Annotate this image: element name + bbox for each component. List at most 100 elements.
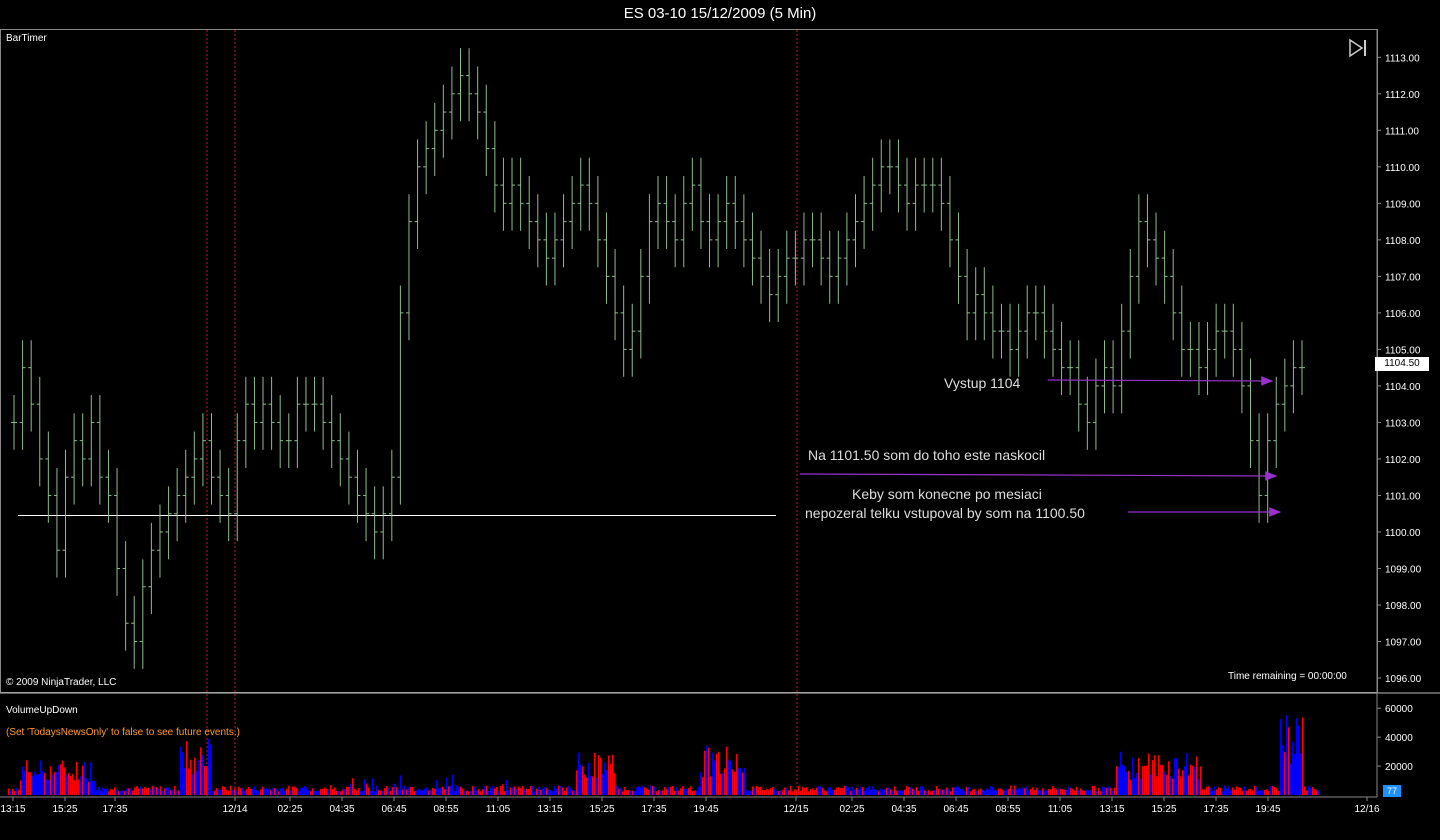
- up-volume-bar: [254, 786, 256, 795]
- down-volume-bar: [526, 788, 528, 795]
- bartimer-label: BarTimer: [6, 33, 47, 44]
- down-volume-bar: [856, 787, 858, 795]
- price-bar: [302, 376, 309, 432]
- down-volume-bar: [352, 778, 354, 795]
- annotation-exit: Vystup 1104: [944, 375, 1021, 391]
- up-volume-bar: [754, 788, 756, 795]
- up-volume-bar: [854, 789, 856, 795]
- down-volume-bar: [796, 790, 798, 795]
- up-volume-bar: [744, 767, 746, 795]
- down-volume-bar: [320, 788, 322, 795]
- up-volume-bar: [832, 790, 834, 795]
- up-volume-bar: [684, 789, 686, 795]
- up-volume-bar: [208, 739, 210, 795]
- price-bar: [1110, 340, 1117, 414]
- up-volume-bar: [900, 790, 902, 795]
- down-volume-bar: [112, 789, 114, 795]
- down-volume-bar: [390, 790, 392, 795]
- down-volume-bar: [540, 789, 542, 795]
- up-volume-bar: [1078, 789, 1080, 795]
- up-volume-bar: [604, 762, 606, 795]
- down-volume-bar: [60, 764, 62, 795]
- down-volume-bar: [348, 786, 350, 795]
- x-tick-label: 04:35: [329, 804, 354, 815]
- down-volume-bar: [1008, 789, 1010, 795]
- down-volume-bar: [142, 788, 144, 795]
- up-volume-bar: [162, 791, 164, 795]
- y-tick-label: 1110.00: [1385, 163, 1420, 174]
- up-volume-bar: [372, 778, 374, 795]
- down-volume-bar: [380, 790, 382, 795]
- down-volume-bar: [614, 773, 616, 795]
- down-volume-bar: [652, 785, 654, 795]
- down-volume-bar: [1236, 786, 1238, 795]
- down-volume-bar: [432, 787, 434, 795]
- up-volume-bar: [876, 790, 878, 795]
- up-volume-bar: [106, 788, 108, 795]
- up-volume-bar: [452, 774, 454, 795]
- up-volume-bar: [362, 790, 364, 795]
- down-volume-bar: [768, 789, 770, 795]
- down-volume-bar: [814, 789, 816, 795]
- up-volume-bar: [1018, 787, 1020, 795]
- down-volume-bar: [904, 789, 906, 795]
- news-note-label: (Set 'TodaysNewsOnly' to false to see fu…: [6, 727, 240, 738]
- price-bar: [981, 267, 988, 341]
- down-volume-bar: [428, 790, 430, 795]
- up-volume-bar: [122, 790, 124, 795]
- up-volume-bar: [474, 786, 476, 795]
- up-volume-bar: [660, 790, 662, 795]
- down-volume-bar: [386, 785, 388, 795]
- up-volume-bar: [996, 790, 998, 795]
- up-volume-bar: [968, 786, 970, 795]
- down-volume-bar: [78, 779, 80, 795]
- up-volume-bar: [1244, 786, 1246, 795]
- down-volume-bar: [12, 788, 14, 795]
- up-volume-bar: [956, 785, 958, 795]
- chart-canvas[interactable]: 1096.00 1097.00 1098.00 1099.00 1100.00 1101.…: [0, 0, 1440, 840]
- up-volume-bar: [960, 789, 962, 795]
- down-volume-bar: [1050, 789, 1052, 795]
- price-bar: [921, 157, 928, 213]
- down-volume-bar: [1302, 717, 1304, 795]
- down-volume-bar: [1116, 766, 1118, 795]
- down-volume-bar: [486, 785, 488, 795]
- up-volume-bar: [948, 788, 950, 795]
- up-volume-bar: [218, 789, 220, 795]
- down-volume-bar: [200, 747, 202, 795]
- down-volume-bar: [1246, 790, 1248, 795]
- price-bar: [1118, 303, 1125, 414]
- down-volume-bar: [612, 754, 614, 795]
- up-volume-bar: [828, 787, 830, 795]
- down-volume-bar: [110, 788, 112, 795]
- up-volume-bar: [344, 788, 346, 795]
- price-bar: [1230, 303, 1237, 377]
- up-volume-bar: [272, 788, 274, 795]
- price-bar: [191, 431, 198, 505]
- up-volume-bar: [1066, 789, 1068, 795]
- down-volume-bar: [1220, 788, 1222, 795]
- down-volume-bar: [368, 787, 370, 795]
- copyright-label: © 2009 NinjaTrader, LLC: [6, 677, 117, 688]
- up-volume-bar: [570, 788, 572, 795]
- price-bar: [878, 139, 885, 213]
- down-volume-bar: [378, 790, 380, 795]
- down-volume-bar: [324, 787, 326, 795]
- up-volume-bar: [1296, 718, 1298, 795]
- up-volume-bar: [602, 773, 604, 795]
- down-volume-bar: [618, 788, 620, 795]
- up-volume-bar: [98, 786, 100, 795]
- down-volume-bar: [792, 791, 794, 795]
- down-volume-bar: [594, 752, 596, 795]
- up-volume-bar: [994, 790, 996, 795]
- x-tick-label: 08:55: [433, 804, 458, 815]
- price-bar: [1170, 248, 1177, 341]
- price-bar: [1213, 303, 1220, 377]
- down-volume-bar: [1034, 790, 1036, 795]
- down-volume-bar: [156, 787, 158, 795]
- down-volume-bar: [942, 789, 944, 795]
- up-volume-bar: [1184, 766, 1186, 795]
- price-bar: [1273, 376, 1280, 469]
- up-volume-bar: [728, 759, 730, 795]
- skip-forward-icon[interactable]: [1348, 38, 1370, 58]
